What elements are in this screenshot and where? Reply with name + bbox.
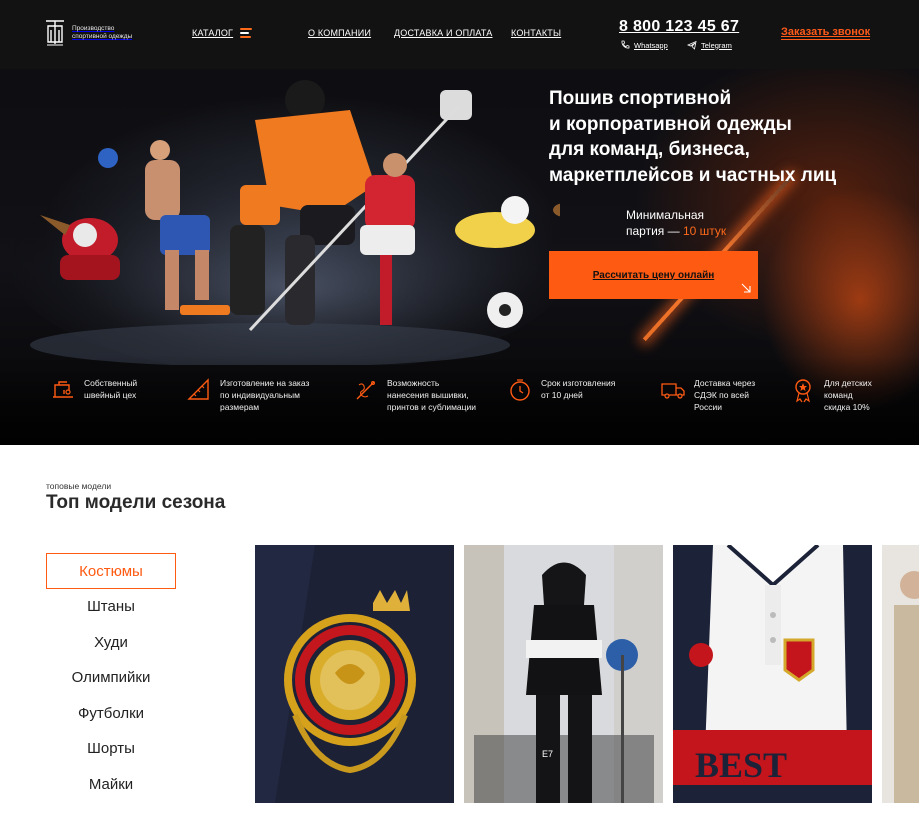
feature-line: России	[694, 402, 723, 412]
product-image-crest	[255, 545, 454, 803]
feature-line: Изготовление на заказ	[220, 378, 310, 388]
telegram-icon	[687, 40, 697, 50]
calculate-price-label: Рассчитать цену онлайн	[592, 269, 715, 281]
product-image-hoodie: E7	[464, 545, 663, 803]
product-card[interactable]: BEST	[673, 545, 872, 803]
hero-title: Пошив спортивной и корпоративной одежды …	[549, 86, 869, 188]
delivery-truck-icon	[661, 383, 685, 399]
telegram-link[interactable]: Telegram	[687, 40, 732, 50]
category-tab-suits[interactable]: Костюмы	[46, 553, 176, 589]
feature-item: Собственный швейный цех	[50, 377, 137, 403]
hero-title-line: маркетплейсов и частных лиц	[549, 164, 837, 186]
logo-link[interactable]: Производство спортивной одежды	[44, 18, 144, 48]
section-eyebrow: топовые модели	[46, 481, 112, 491]
feature-line: Возможность	[387, 378, 440, 388]
category-tab-jackets[interactable]: Олимпийки	[46, 660, 176, 696]
site-header: Производство спортивной одежды КАТАЛОГ О…	[0, 0, 919, 69]
feature-line: Срок изготовления	[541, 378, 616, 388]
arrow-down-right-icon	[741, 283, 751, 293]
section-title: Топ модели сезона	[46, 492, 226, 513]
phone-icon	[621, 40, 630, 49]
product-card[interactable]: E7	[464, 545, 663, 803]
needle-thread-icon	[356, 381, 375, 400]
nav-company[interactable]: О КОМПАНИИ	[308, 28, 371, 38]
category-tab-tanks[interactable]: Майки	[46, 766, 176, 802]
product-card[interactable]	[882, 545, 919, 803]
order-call-button[interactable]: Заказать звонок	[781, 26, 871, 40]
menu-icon[interactable]	[240, 28, 252, 38]
telegram-label: Telegram	[701, 40, 732, 50]
logo-icon	[46, 20, 64, 46]
page: Пошив спортивной и корпоративной одежды …	[0, 0, 919, 813]
category-tab-hoodies[interactable]: Худи	[46, 624, 176, 660]
feature-item: Изготовление на заказ по индивидуальным …	[186, 377, 309, 413]
product-image-partial	[882, 545, 919, 803]
nav-delivery[interactable]: ДОСТАВКА И ОПЛАТА	[394, 28, 493, 38]
nav-catalog[interactable]: КАТАЛОГ	[192, 28, 233, 38]
min-batch-line: партия —	[626, 224, 680, 238]
hero-title-line: и корпоративной одежды	[549, 113, 792, 135]
calculate-price-button[interactable]: Рассчитать цену онлайн	[549, 251, 758, 299]
phone-number[interactable]: 8 800 123 45 67	[619, 18, 739, 36]
feature-item: Возможность нанесения вышивки, принтов и…	[353, 377, 476, 413]
min-batch-note: Минимальная партия — 10 штук	[626, 207, 726, 239]
medal-icon	[795, 379, 811, 403]
whatsapp-link[interactable]: Whatsapp	[620, 40, 668, 50]
feature-line: скидка 10%	[824, 402, 870, 412]
feature-line: Для детских	[824, 378, 872, 388]
category-tab-pants[interactable]: Штаны	[46, 589, 176, 625]
category-tab-tshirts[interactable]: Футболки	[46, 695, 176, 731]
min-batch-line: Минимальная	[626, 208, 705, 222]
feature-item: Доставка через СДЭК по всей России	[660, 377, 755, 413]
polo-print-text: BEST	[695, 745, 787, 785]
feature-line: нанесения вышивки,	[387, 390, 469, 400]
feature-line: Доставка через	[694, 378, 756, 388]
min-batch-accent: 10 штук	[682, 224, 727, 238]
feature-line: по индивидуальным	[220, 390, 300, 400]
category-tabs: Костюмы Штаны Худи Олимпийки Футболки Шо…	[46, 553, 176, 802]
hero-title-line: для команд, бизнеса,	[549, 139, 750, 160]
ruler-icon	[187, 378, 209, 400]
feature-item: Для детских команд скидка 10%	[790, 377, 872, 413]
feature-line: команд	[824, 390, 853, 400]
nav-contacts[interactable]: КОНТАКТЫ	[511, 28, 561, 38]
logo-text: Производство спортивной одежды	[72, 25, 133, 40]
whatsapp-label: Whatsapp	[634, 40, 668, 50]
athletes-illustration	[10, 80, 560, 365]
feature-item: Срок изготовления от 10 дней	[507, 377, 615, 403]
feature-line: Собственный	[84, 378, 138, 388]
feature-line: принтов и сублимации	[387, 402, 477, 412]
category-tab-shorts[interactable]: Шорты	[46, 731, 176, 767]
product-card[interactable]	[255, 545, 454, 803]
product-image-polo: BEST	[673, 545, 872, 803]
feature-line: от 10 дней	[541, 390, 583, 400]
timer-icon	[510, 379, 530, 401]
feature-line: швейный цех	[84, 390, 137, 400]
sewing-machine-icon	[53, 381, 73, 398]
hoodie-print-text: E7	[542, 749, 553, 759]
feature-line: размерам	[220, 402, 260, 412]
hero-title-line: Пошив спортивной	[549, 88, 732, 109]
feature-line: СДЭК по всей	[694, 390, 749, 400]
